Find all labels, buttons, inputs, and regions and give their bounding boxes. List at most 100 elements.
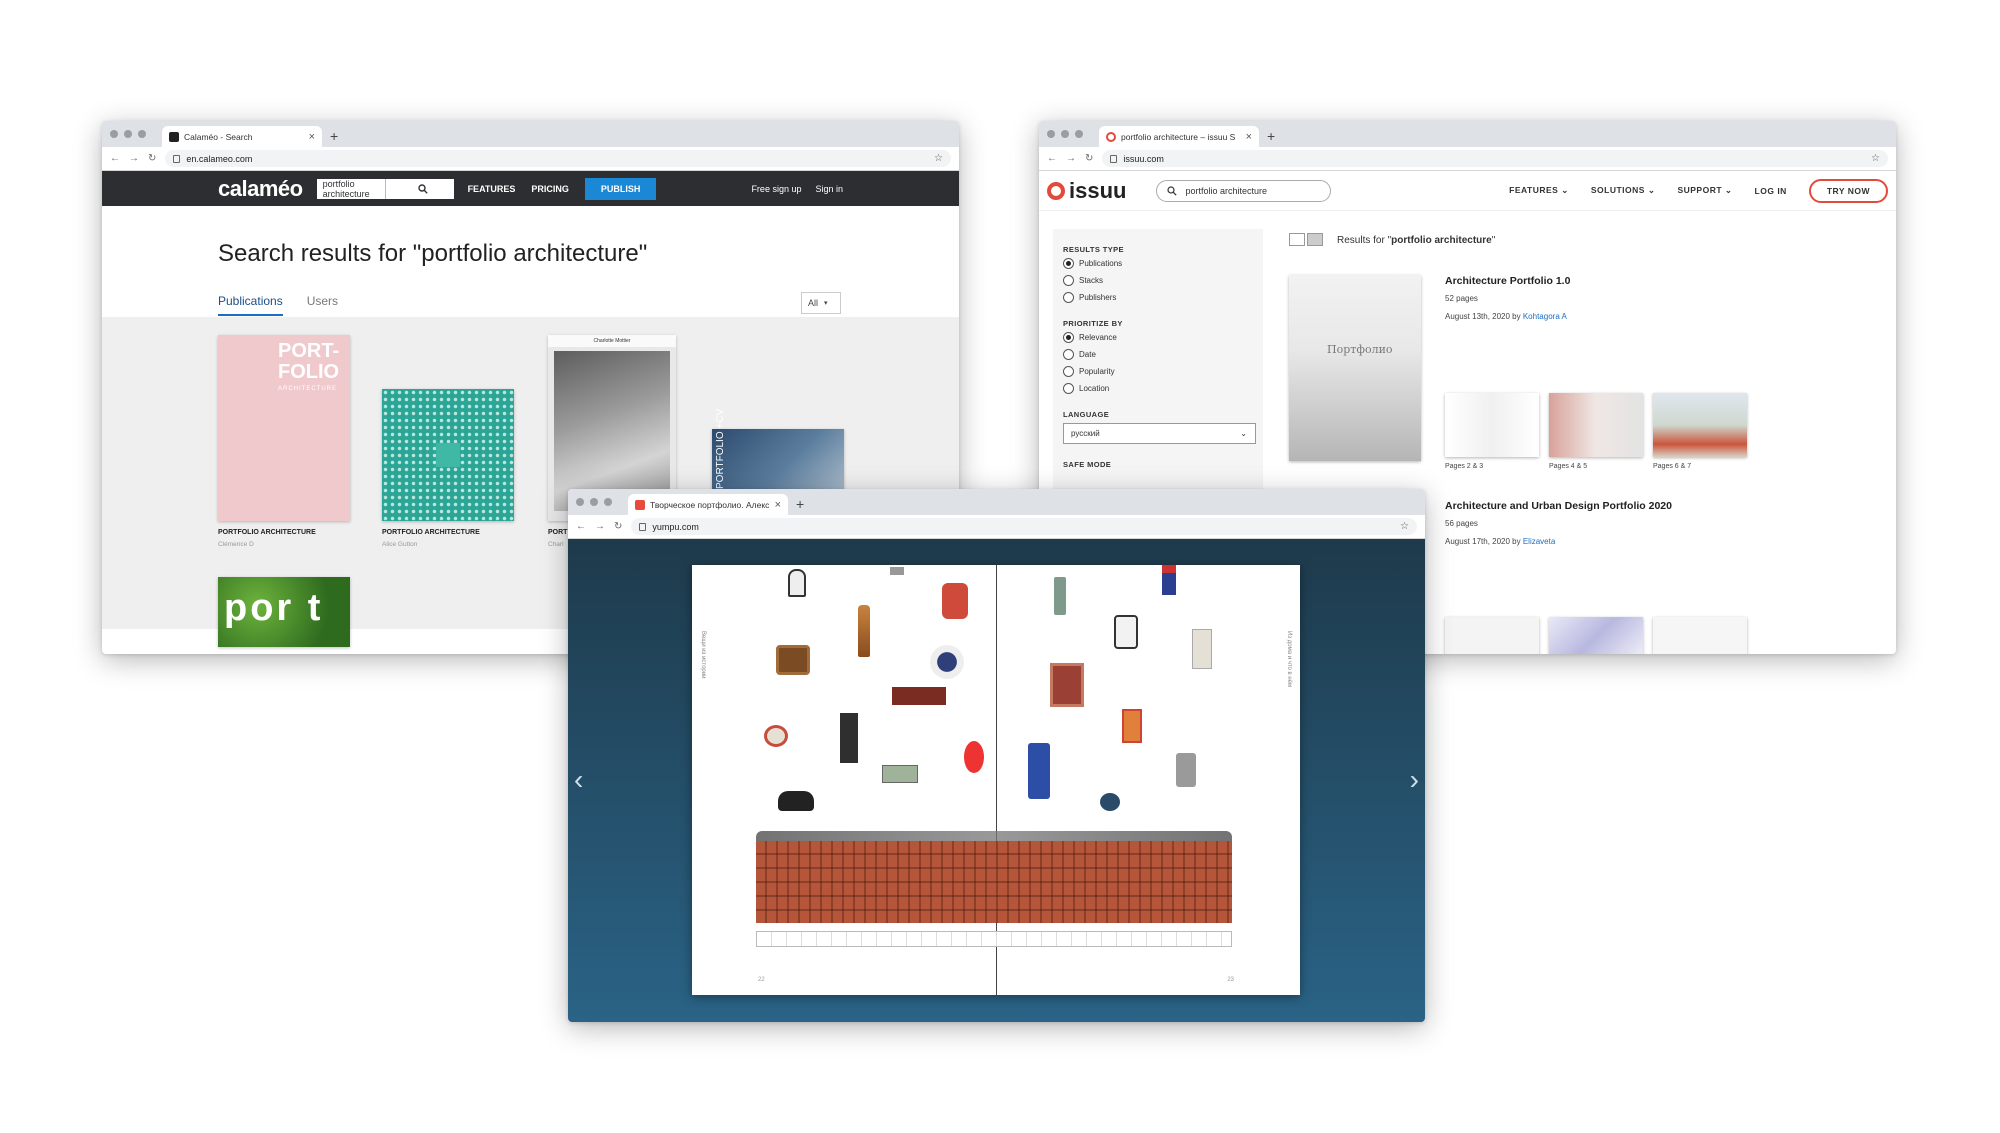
publish-button[interactable]: PUBLISH <box>584 177 657 200</box>
address-bar[interactable]: en.calameo.com ☆ <box>165 150 951 167</box>
radio-button[interactable] <box>1063 383 1074 394</box>
radio-date[interactable]: Date <box>1063 349 1263 360</box>
free-signup-link[interactable]: Free sign up <box>751 184 801 194</box>
search-icon[interactable] <box>384 178 454 199</box>
login-link[interactable]: LOG IN <box>1755 186 1787 196</box>
close-window-button[interactable] <box>576 498 584 506</box>
close-window-button[interactable] <box>1047 130 1055 138</box>
support-menu[interactable]: SUPPORT ⌄ <box>1677 185 1732 196</box>
publication-cover[interactable]: por t <box>218 577 350 647</box>
forward-icon[interactable]: → <box>129 153 139 164</box>
author-link[interactable]: Kohtagora A <box>1523 312 1567 321</box>
signin-link[interactable]: Sign in <box>815 184 843 194</box>
publication-cover[interactable]: Портфолио <box>1289 275 1421 461</box>
try-now-button[interactable]: TRY NOW <box>1808 178 1888 203</box>
language-select[interactable]: русский ⌄ <box>1063 423 1256 444</box>
solutions-menu[interactable]: SOLUTIONS ⌄ <box>1591 185 1656 196</box>
publication-author[interactable]: Clémence D <box>218 541 254 548</box>
filter-value: All <box>808 298 819 308</box>
forward-icon[interactable]: → <box>1066 153 1076 164</box>
publication-title[interactable]: PORTFOLIO ARCHITECTURE <box>218 529 316 536</box>
reload-icon[interactable]: ↻ <box>1085 153 1093 164</box>
radio-button[interactable] <box>1063 258 1074 269</box>
radio-button[interactable] <box>1063 275 1074 286</box>
publication-date: August 13th, 2020 by <box>1445 312 1523 321</box>
radio-location[interactable]: Location <box>1063 383 1263 394</box>
maximize-window-button[interactable] <box>138 130 146 138</box>
search-input[interactable]: portfolio architecture <box>316 178 454 199</box>
publication-title[interactable]: PORTFOLIO ARCHITECTURE <box>382 529 480 536</box>
tab-strip: portfolio architecture – issuu S × + <box>1039 121 1896 147</box>
radio-button[interactable] <box>1063 332 1074 343</box>
forward-icon[interactable]: → <box>595 521 605 532</box>
close-tab-icon[interactable]: × <box>775 499 781 511</box>
author-link[interactable]: Elizaveta <box>1523 537 1555 546</box>
bookmark-star-icon[interactable]: ☆ <box>934 153 943 164</box>
page-thumbnail[interactable] <box>1549 617 1643 654</box>
features-menu[interactable]: FEATURES ⌄ <box>1509 185 1569 196</box>
tab-strip: Творческое портфолио. Алекс × + <box>568 489 1425 515</box>
publication-author[interactable]: Charl <box>548 541 564 548</box>
browser-tab[interactable]: portfolio architecture – issuu S × <box>1099 126 1259 147</box>
maximize-window-button[interactable] <box>1075 130 1083 138</box>
reload-icon[interactable]: ↻ <box>614 521 622 532</box>
cover-line: ARCHITECTURE <box>278 386 338 392</box>
radio-button[interactable] <box>1063 292 1074 303</box>
tab-users[interactable]: Users <box>307 294 338 316</box>
radio-popularity[interactable]: Popularity <box>1063 366 1263 377</box>
publication-cover[interactable]: PORT- FOLIO ARCHITECTURE <box>218 335 350 521</box>
filter-select[interactable]: All ▾ <box>801 292 841 314</box>
publication-title[interactable]: Architecture Portfolio 1.0 <box>1445 275 1570 287</box>
list-view-icon[interactable] <box>1307 233 1323 246</box>
browser-tab[interactable]: Творческое портфолио. Алекс × <box>628 494 788 515</box>
search-input[interactable]: portfolio architecture <box>1156 179 1332 202</box>
bookmark-star-icon[interactable]: ☆ <box>1871 153 1880 164</box>
browser-tab[interactable]: Calaméo - Search × <box>162 126 322 147</box>
radio-publications[interactable]: Publications <box>1063 258 1263 269</box>
issuu-logo[interactable]: issuu <box>1047 178 1126 204</box>
view-toggle[interactable] <box>1289 233 1323 246</box>
publication-title[interactable]: PORT <box>548 529 567 536</box>
new-tab-button[interactable]: + <box>330 128 338 144</box>
address-bar[interactable]: issuu.com ☆ <box>1102 150 1888 167</box>
publication-cover[interactable] <box>382 389 514 521</box>
close-window-button[interactable] <box>110 130 118 138</box>
page-thumbnail[interactable] <box>1653 393 1747 457</box>
publication-title[interactable]: Architecture and Urban Design Portfolio … <box>1445 500 1672 512</box>
new-tab-button[interactable]: + <box>1267 128 1275 144</box>
support-label: SUPPORT <box>1677 185 1723 195</box>
radio-label: Publications <box>1079 259 1123 268</box>
address-bar[interactable]: yumpu.com ☆ <box>631 518 1417 535</box>
radio-button[interactable] <box>1063 349 1074 360</box>
page-thumbnail[interactable] <box>1445 617 1539 654</box>
minimize-window-button[interactable] <box>590 498 598 506</box>
tab-publications[interactable]: Publications <box>218 294 283 316</box>
chevron-right-icon[interactable]: › <box>1410 764 1419 796</box>
radio-button[interactable] <box>1063 366 1074 377</box>
minimize-window-button[interactable] <box>1061 130 1069 138</box>
grid-view-icon[interactable] <box>1289 233 1305 246</box>
radio-publishers[interactable]: Publishers <box>1063 292 1263 303</box>
radio-stacks[interactable]: Stacks <box>1063 275 1263 286</box>
page-thumbnail[interactable] <box>1549 393 1643 457</box>
chevron-left-icon[interactable]: ‹ <box>574 764 583 796</box>
magazine-spread[interactable]: Вещи из истории Из дома и что в нём 22 2… <box>692 565 1300 995</box>
publication-author[interactable]: Alice Gutton <box>382 541 417 548</box>
bookmark-star-icon[interactable]: ☆ <box>1400 521 1409 532</box>
maximize-window-button[interactable] <box>604 498 612 506</box>
page-thumbnail[interactable] <box>1653 617 1747 654</box>
close-tab-icon[interactable]: × <box>1246 131 1252 143</box>
back-icon[interactable]: ← <box>1047 153 1057 164</box>
minimize-window-button[interactable] <box>124 130 132 138</box>
features-link[interactable]: FEATURES <box>468 184 516 194</box>
calameo-logo[interactable]: calaméo <box>218 176 303 202</box>
page-thumbnail[interactable] <box>1445 393 1539 457</box>
page-label: Pages 6 & 7 <box>1653 463 1692 470</box>
pricing-link[interactable]: PRICING <box>531 184 569 194</box>
reload-icon[interactable]: ↻ <box>148 153 156 164</box>
radio-relevance[interactable]: Relevance <box>1063 332 1263 343</box>
new-tab-button[interactable]: + <box>796 496 804 512</box>
back-icon[interactable]: ← <box>110 153 120 164</box>
close-tab-icon[interactable]: × <box>309 131 315 143</box>
back-icon[interactable]: ← <box>576 521 586 532</box>
